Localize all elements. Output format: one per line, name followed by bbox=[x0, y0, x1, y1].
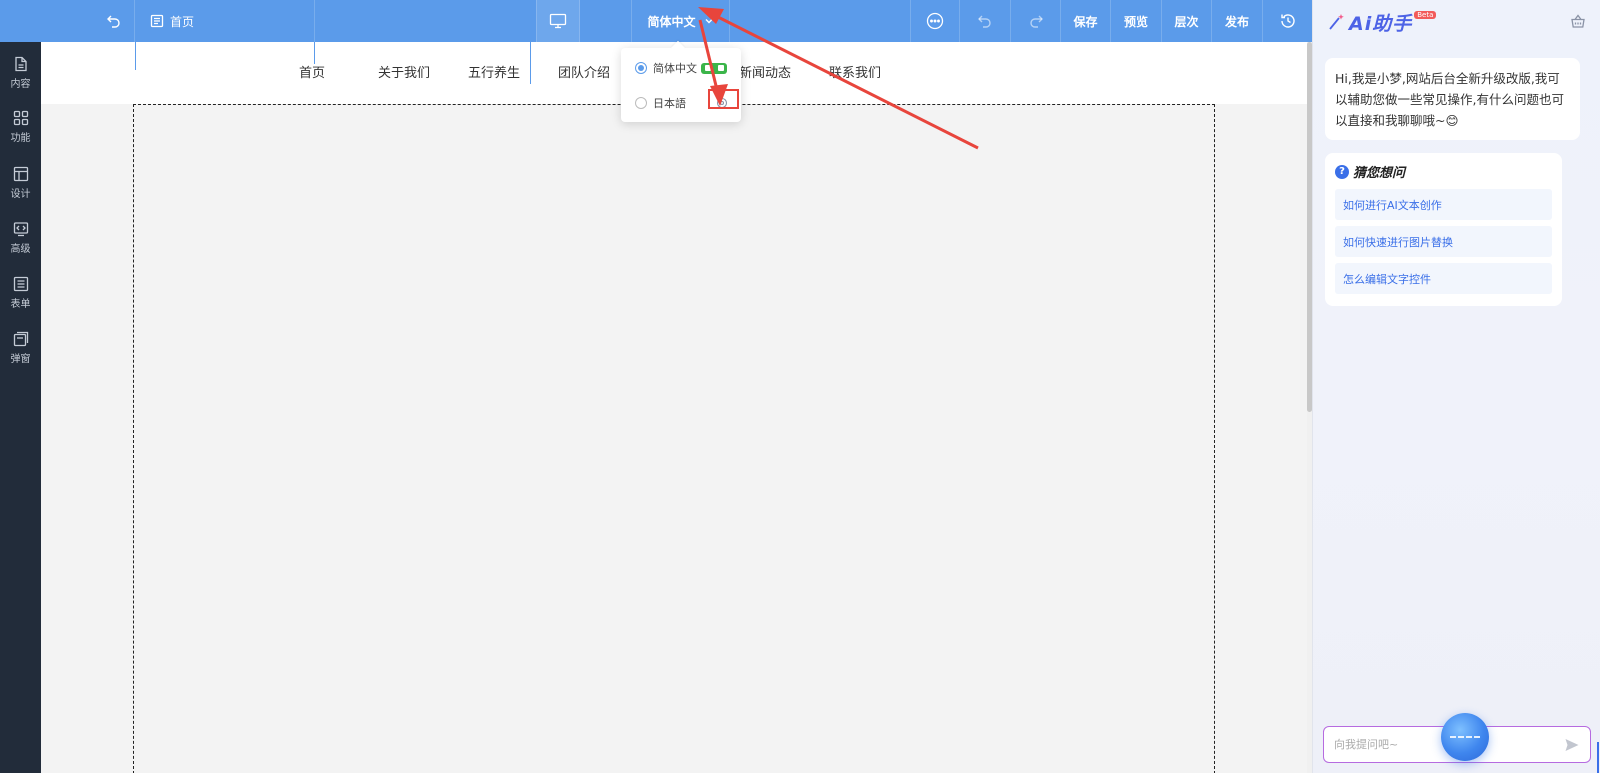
settings-icon[interactable] bbox=[716, 97, 728, 109]
site-nav-item[interactable]: 新闻动态 bbox=[739, 62, 791, 81]
guide-line bbox=[135, 42, 136, 70]
orb-wave-icon bbox=[1450, 736, 1480, 738]
sidebar-item-popup[interactable]: 弹窗 bbox=[0, 321, 41, 375]
save-button[interactable]: 保存 bbox=[1061, 0, 1111, 42]
ai-logo-text: Ai助手 bbox=[1349, 12, 1413, 35]
history-icon bbox=[1279, 12, 1297, 30]
language-option-ja[interactable]: 日本語 bbox=[635, 95, 728, 111]
suggested-questions-card: ? 猜您想问 如何进行AI文本创作 如何快速进行图片替换 怎么编辑文字控件 bbox=[1325, 153, 1562, 306]
site-nav-item[interactable]: 关于我们 bbox=[378, 62, 430, 81]
sidebar-item-advanced[interactable]: 高级 bbox=[0, 211, 41, 265]
language-option-label: 简体中文 bbox=[653, 62, 697, 75]
layers-label: 层次 bbox=[1174, 14, 1199, 29]
site-nav-item[interactable]: 五行养生 bbox=[468, 62, 520, 81]
monitor-icon bbox=[549, 13, 567, 29]
page-selector[interactable]: 首页 bbox=[136, 0, 315, 42]
suggestion-item[interactable]: 如何进行AI文本创作 bbox=[1335, 189, 1552, 220]
left-sidebar: 内容 功能 设计 高级 表单 弹窗 bbox=[0, 0, 41, 773]
redo-icon bbox=[1028, 13, 1044, 29]
language-dropdown: 简体中文 日本語 bbox=[621, 48, 741, 122]
sidebar-item-label: 高级 bbox=[10, 244, 31, 255]
code-icon bbox=[13, 221, 29, 237]
back-arrow-icon bbox=[106, 13, 122, 29]
send-icon[interactable] bbox=[1564, 737, 1580, 753]
ai-greeting-bubble: Hi,我是小梦,网站后台全新升级改版,我可以辅助您做一些常见操作,有什么问题也可… bbox=[1325, 58, 1580, 140]
sidebar-item-design[interactable]: 设计 bbox=[0, 156, 41, 210]
sidebar-item-label: 弹窗 bbox=[10, 354, 31, 365]
language-label: 简体中文 bbox=[647, 14, 696, 29]
grid-icon bbox=[13, 110, 29, 126]
layers-button[interactable]: 层次 bbox=[1162, 0, 1212, 42]
sidebar-item-content[interactable]: 内容 bbox=[0, 46, 41, 100]
sidebar-item-label: 设计 bbox=[10, 189, 31, 200]
sidebar-item-label: 表单 bbox=[10, 299, 31, 310]
language-status-icon bbox=[701, 62, 727, 74]
site-nav-item[interactable]: 团队介绍 bbox=[558, 62, 610, 81]
save-label: 保存 bbox=[1073, 14, 1098, 29]
page-name: 首页 bbox=[170, 14, 195, 29]
desktop-view-button[interactable] bbox=[536, 0, 580, 42]
list-icon bbox=[13, 276, 29, 292]
guide-line bbox=[314, 42, 315, 64]
page-canvas[interactable] bbox=[133, 104, 1215, 773]
basket-icon[interactable] bbox=[1570, 13, 1586, 29]
suggested-questions-title: ? 猜您想问 bbox=[1335, 162, 1552, 181]
preview-button[interactable]: 预览 bbox=[1111, 0, 1162, 42]
page-icon bbox=[150, 14, 164, 28]
suggestion-item[interactable]: 怎么编辑文字控件 bbox=[1335, 263, 1552, 294]
popup-icon bbox=[13, 331, 29, 347]
sidebar-item-label: 内容 bbox=[10, 79, 31, 90]
question-icon: ? bbox=[1335, 164, 1349, 179]
file-icon bbox=[13, 56, 29, 72]
top-toolbar: 首页 简体中文 保存 预览 层次 发布 bbox=[0, 0, 1312, 42]
language-option-zh[interactable]: 简体中文 bbox=[635, 60, 727, 76]
site-nav-item[interactable]: 首页 bbox=[299, 62, 325, 81]
ai-question-input[interactable] bbox=[1334, 727, 1534, 762]
magic-wand-icon bbox=[1327, 12, 1347, 32]
radio-unchecked[interactable] bbox=[635, 97, 647, 109]
publish-label: 发布 bbox=[1224, 14, 1249, 29]
history-button[interactable] bbox=[1263, 0, 1312, 42]
sidebar-item-forms[interactable]: 表单 bbox=[0, 266, 41, 320]
back-button[interactable] bbox=[93, 0, 135, 42]
ai-assistant-panel: Ai助手 Beta Hi,我是小梦,网站后台全新升级改版,我可以辅助您做一些常见… bbox=[1312, 0, 1600, 773]
publish-button[interactable]: 发布 bbox=[1212, 0, 1263, 42]
language-option-label: 日本語 bbox=[653, 97, 686, 110]
layout-icon bbox=[13, 166, 29, 182]
corner-indicator bbox=[1597, 742, 1599, 773]
ai-voice-orb[interactable] bbox=[1441, 713, 1489, 761]
preview-label: 预览 bbox=[1123, 14, 1148, 29]
language-selector[interactable]: 简体中文 bbox=[631, 0, 730, 42]
undo-button[interactable] bbox=[960, 0, 1011, 42]
undo-icon bbox=[977, 13, 993, 29]
radio-checked[interactable] bbox=[635, 62, 647, 74]
ai-greeting-text: Hi,我是小梦,网站后台全新升级改版,我可以辅助您做一些常见操作,有什么问题也可… bbox=[1335, 71, 1564, 128]
redo-button[interactable] bbox=[1011, 0, 1061, 42]
more-icon bbox=[926, 12, 944, 30]
ai-logo: Ai助手 Beta bbox=[1327, 8, 1437, 36]
guide-line bbox=[530, 42, 531, 84]
more-button[interactable] bbox=[910, 0, 960, 42]
guess-title-text: 猜您想问 bbox=[1353, 166, 1406, 181]
sidebar-item-features[interactable]: 功能 bbox=[0, 100, 41, 154]
beta-badge: Beta bbox=[1414, 11, 1437, 19]
chevron-down-icon bbox=[704, 16, 714, 26]
sidebar-item-label: 功能 bbox=[10, 133, 31, 144]
suggestion-item[interactable]: 如何快速进行图片替换 bbox=[1335, 226, 1552, 257]
site-nav-item[interactable]: 联系我们 bbox=[829, 62, 881, 81]
